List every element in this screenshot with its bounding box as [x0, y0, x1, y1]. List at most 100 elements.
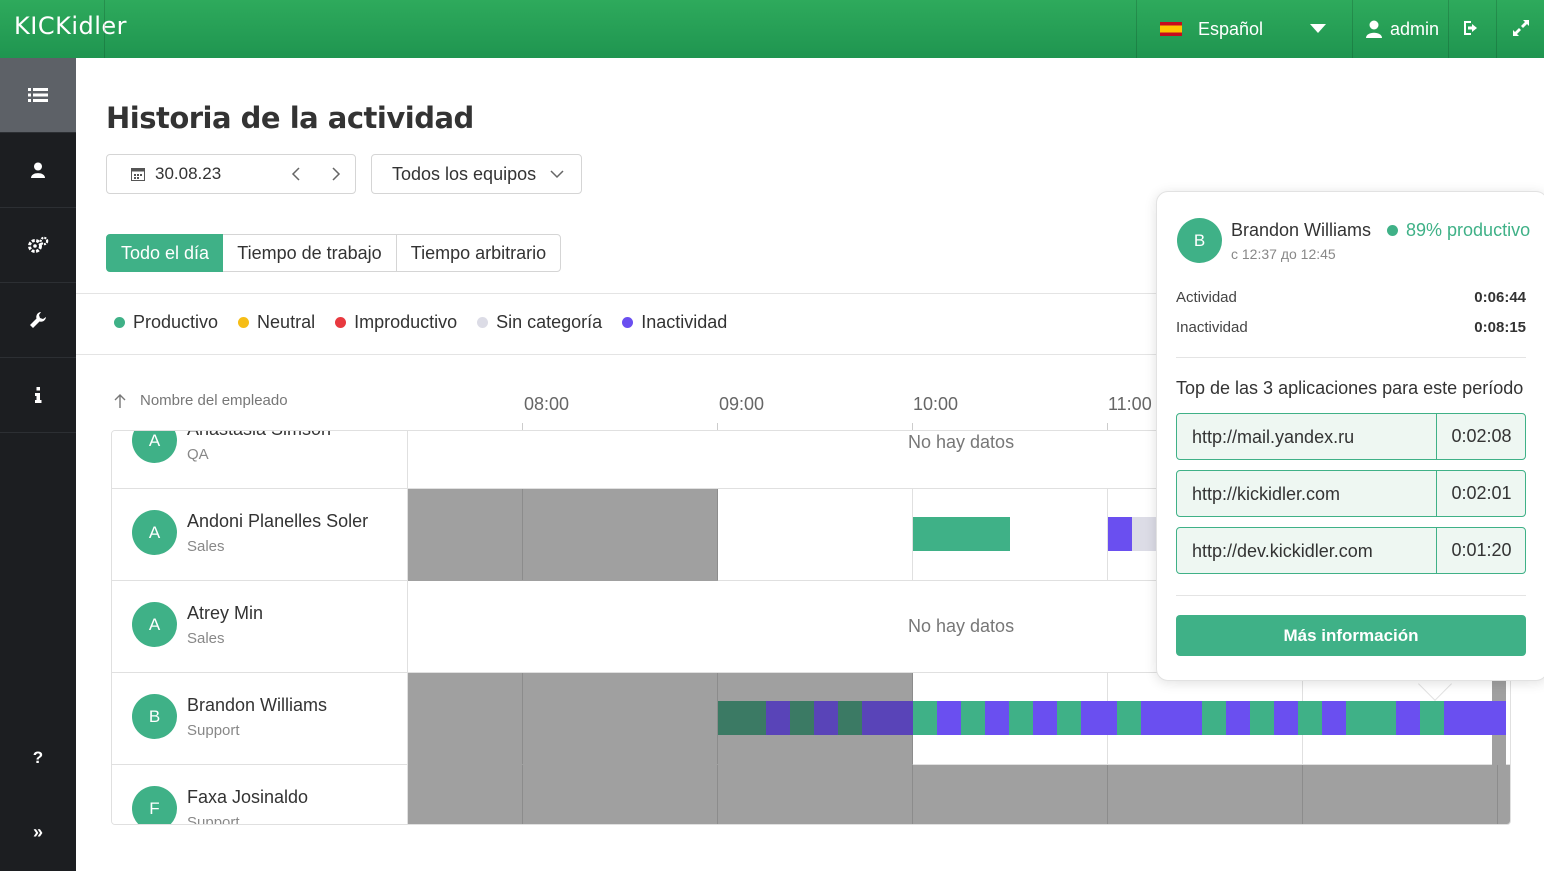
employee-dept: Sales — [187, 630, 225, 647]
tab-work-time[interactable]: Tiempo de trabajo — [223, 234, 397, 272]
top-app-row[interactable]: http://kickidler.com 0:02:01 — [1176, 470, 1526, 517]
productive-segment[interactable] — [1057, 701, 1081, 735]
legend-dot — [477, 317, 489, 328]
app-time: 0:02:08 — [1436, 414, 1526, 459]
logout-button[interactable] — [1462, 19, 1482, 42]
productive-segment[interactable] — [913, 517, 1010, 551]
productive-segment[interactable] — [718, 701, 766, 735]
table-row[interactable]: F Faxa Josinaldo Support — [112, 765, 1510, 824]
activity-label: Actividad — [1176, 289, 1237, 306]
sidebar-item-expand[interactable]: » — [0, 795, 76, 870]
legend-dot — [238, 317, 250, 328]
inactivity-segment[interactable] — [1141, 701, 1202, 735]
inactivity-segment[interactable] — [814, 701, 838, 735]
inactivity-segment[interactable] — [1081, 701, 1117, 735]
activity-tooltip-popup: B Brandon Williams 89% productivo с 12:3… — [1156, 191, 1544, 681]
team-select[interactable]: Todos los equipos — [371, 154, 582, 194]
productive-segment[interactable] — [913, 701, 937, 735]
app-logo[interactable]: KICKidler — [14, 12, 127, 40]
top-app-row[interactable]: http://dev.kickidler.com 0:01:20 — [1176, 527, 1526, 574]
productive-segment[interactable] — [1298, 701, 1322, 735]
top-bar: KICKidler Español admin — [0, 0, 1544, 58]
employee-name[interactable]: Anastasia Simson — [187, 431, 331, 440]
legend-label: Inactividad — [641, 312, 728, 332]
productive-segment[interactable] — [790, 701, 814, 735]
top-app-row[interactable]: http://mail.yandex.ru 0:02:08 — [1176, 413, 1526, 460]
inactivity-segment[interactable] — [1322, 701, 1346, 735]
no-data-label: No hay datos — [908, 432, 1015, 452]
sidebar-item-activity-history[interactable] — [0, 58, 76, 133]
productive-segment[interactable] — [1202, 701, 1226, 735]
inactivity-segment[interactable] — [1033, 701, 1057, 735]
productive-segment[interactable] — [1117, 701, 1141, 735]
employee-name[interactable]: Andoni Planelles Soler — [187, 511, 368, 532]
employee-cell: B Brandon Williams Support — [112, 673, 408, 764]
inactivity-segment[interactable] — [1226, 701, 1250, 735]
productive-segment[interactable] — [961, 701, 985, 735]
fullscreen-button[interactable] — [1512, 19, 1530, 42]
productive-segment[interactable] — [1420, 701, 1444, 735]
inactivity-segment[interactable] — [862, 701, 913, 735]
sidebar-item-help[interactable]: ? — [0, 720, 76, 795]
app-url: http://dev.kickidler.com — [1192, 541, 1373, 561]
spain-flag-icon — [1160, 22, 1182, 36]
inactivity-segment[interactable] — [1396, 701, 1420, 735]
productive-segment[interactable] — [1346, 701, 1396, 735]
legend-item-inactivity: Inactividad — [622, 312, 727, 333]
inactivity-segment[interactable] — [1444, 701, 1492, 735]
grid-line — [522, 673, 523, 764]
sidebar-item-employees[interactable] — [0, 133, 76, 208]
divider — [1352, 0, 1353, 58]
employee-cell: A Anastasia Simson QA — [112, 431, 408, 488]
double-chevron-right-icon: » — [32, 822, 43, 842]
inactivity-segment[interactable] — [1492, 701, 1506, 735]
grid-line — [1302, 765, 1303, 824]
productive-segment[interactable] — [838, 701, 862, 735]
offline-block[interactable] — [408, 489, 718, 581]
legend-item-productive: Productivo — [114, 312, 218, 333]
divider — [1176, 357, 1526, 358]
inactivity-segment[interactable] — [1108, 517, 1132, 551]
no-data-label: No hay datos — [908, 616, 1015, 636]
inactivity-segment[interactable] — [766, 701, 790, 735]
inactivity-segment[interactable] — [1274, 701, 1298, 735]
column-header-label: Nombre del empleado — [140, 392, 288, 409]
avatar: F — [132, 786, 177, 824]
tab-arbitrary-time[interactable]: Tiempo arbitrario — [396, 234, 561, 272]
avatar: B — [1177, 218, 1222, 263]
legend-item-uncategorized: Sin categoría — [477, 312, 602, 333]
user-menu[interactable]: admin — [1366, 0, 1439, 58]
timeline — [408, 765, 1510, 824]
offline-block[interactable] — [408, 765, 1510, 824]
logout-icon — [1464, 21, 1477, 35]
employee-name[interactable]: Atrey Min — [187, 603, 263, 624]
productive-segment[interactable] — [1009, 701, 1033, 735]
chevron-left-icon[interactable] — [290, 165, 302, 183]
language-selector[interactable]: Español — [1160, 0, 1263, 58]
legend-dot — [114, 317, 125, 328]
sidebar-item-tools[interactable] — [0, 283, 76, 358]
activity-value: 0:06:44 — [1474, 289, 1526, 306]
avatar: B — [132, 694, 177, 739]
productive-segment[interactable] — [1250, 701, 1274, 735]
date-picker[interactable]: 30.08.23 — [106, 154, 356, 194]
timeline — [408, 673, 1510, 765]
grid-line — [717, 765, 718, 824]
tab-all-day[interactable]: Todo el día — [106, 234, 224, 272]
inactivity-segment[interactable] — [937, 701, 961, 735]
employee-name[interactable]: Brandon Williams — [187, 695, 327, 716]
productivity-dot — [1387, 225, 1398, 236]
grid-line — [912, 765, 913, 824]
help-icon: ? — [32, 747, 44, 767]
sidebar-item-info[interactable] — [0, 358, 76, 433]
chevron-down-icon[interactable] — [1310, 24, 1326, 33]
chevron-down-icon — [550, 170, 564, 179]
table-row[interactable]: B Brandon Williams Support — [112, 673, 1510, 765]
chevron-right-icon[interactable] — [330, 165, 342, 183]
employee-name[interactable]: Faxa Josinaldo — [187, 787, 308, 808]
date-value: 30.08.23 — [155, 164, 222, 183]
inactivity-segment[interactable] — [985, 701, 1009, 735]
employee-name-column-header[interactable]: Nombre del empleado — [114, 392, 288, 409]
more-info-button[interactable]: Más información — [1176, 615, 1526, 656]
sidebar-item-settings[interactable] — [0, 208, 76, 283]
